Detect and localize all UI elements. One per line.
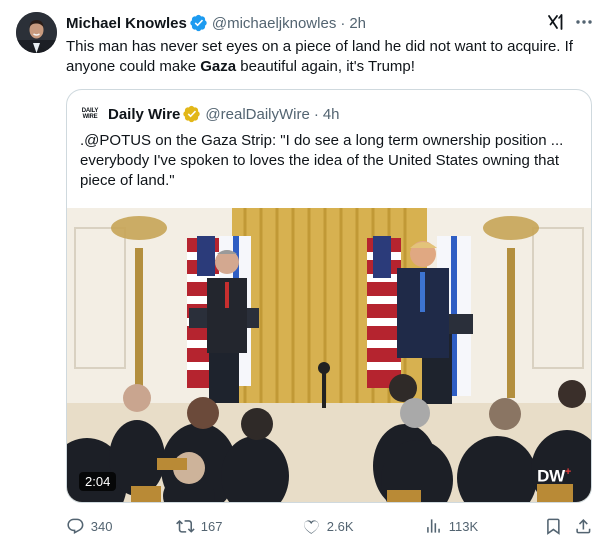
tweet-timestamp[interactable]: 2h xyxy=(349,15,366,32)
quoted-tweet[interactable]: DAILY WIRE Daily Wire @realDailyWire · 4… xyxy=(66,89,592,503)
tweet-text-bold: Gaza xyxy=(200,58,237,75)
action-bar: 340 167 2.6K 113K xyxy=(66,515,596,537)
video-watermark: DW+ xyxy=(537,466,571,487)
views-button[interactable]: 113K xyxy=(424,515,478,537)
verified-icon xyxy=(183,105,201,123)
separator-dot: · xyxy=(340,14,346,32)
retweet-count: 167 xyxy=(200,518,223,534)
bookmark-icon xyxy=(547,518,560,535)
tweet-text: This man has never set eyes on a piece o… xyxy=(66,37,596,77)
views-icon xyxy=(427,518,440,533)
bookmark-button[interactable] xyxy=(544,515,569,537)
reply-count: 340 xyxy=(90,518,113,534)
quoted-tweet-text: .@POTUS on the Gaza Strip: "I do see a l… xyxy=(80,132,564,189)
video-duration: 2:04 xyxy=(79,472,117,491)
like-icon xyxy=(304,520,319,534)
like-button[interactable]: 2.6K xyxy=(302,515,354,537)
retweet-button[interactable]: 167 xyxy=(176,515,222,537)
quoted-timestamp[interactable]: 4h xyxy=(323,106,340,123)
quoted-author-name[interactable]: Daily Wire xyxy=(108,106,180,123)
watermark-plus: + xyxy=(564,466,571,479)
retweet-icon xyxy=(176,519,195,533)
like-count: 2.6K xyxy=(326,518,354,534)
views-count: 113K xyxy=(448,518,479,534)
verified-icon xyxy=(190,14,207,32)
watermark-text: DW xyxy=(537,467,565,486)
tweet-header: Michael Knowles @michaeljknowles · 2h xyxy=(66,13,366,33)
author-avatar[interactable] xyxy=(16,12,57,53)
video-frame xyxy=(67,208,591,502)
share-button[interactable] xyxy=(574,515,599,537)
author-handle[interactable]: @michaeljknowles xyxy=(212,15,336,32)
daily-wire-logo[interactable]: DAILY WIRE xyxy=(80,104,100,124)
tweet-text-part: beautiful again, it's Trump! xyxy=(236,58,415,75)
share-icon xyxy=(576,518,591,534)
reply-icon xyxy=(67,518,84,534)
video-player[interactable]: 2:04 DW+ xyxy=(67,208,591,502)
separator-dot: · xyxy=(313,105,319,123)
more-icon[interactable] xyxy=(574,12,594,32)
reply-button[interactable]: 340 xyxy=(66,515,112,537)
author-name[interactable]: Michael Knowles xyxy=(66,15,187,32)
logo-line: WIRE xyxy=(82,114,98,120)
quoted-tweet-header: DAILY WIRE Daily Wire @realDailyWire · 4… xyxy=(80,104,340,124)
grok-icon[interactable] xyxy=(546,12,566,32)
quoted-author-handle[interactable]: @realDailyWire xyxy=(205,106,309,123)
